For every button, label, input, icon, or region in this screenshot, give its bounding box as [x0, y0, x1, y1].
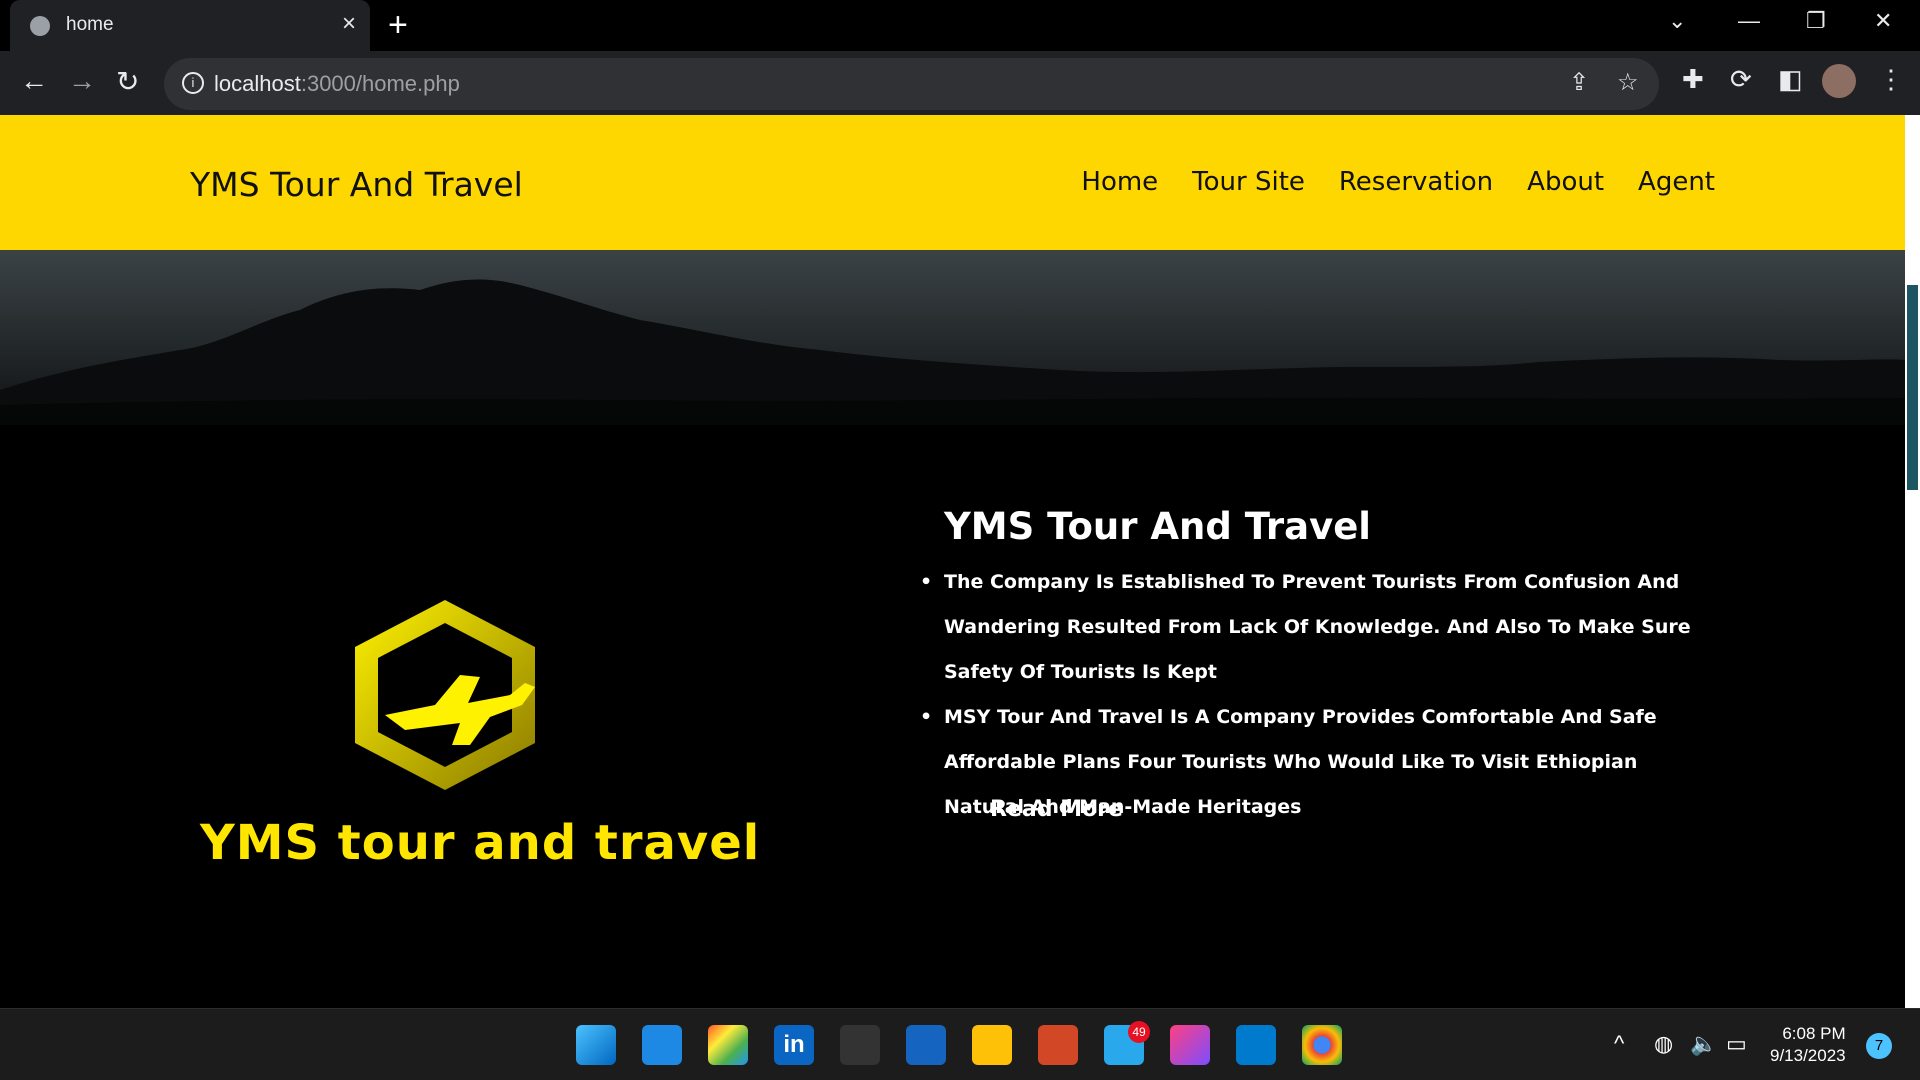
- browser-tab[interactable]: home ×: [10, 0, 370, 51]
- menu-icon[interactable]: ⋮: [1878, 64, 1904, 95]
- plane-hexagon-icon: [355, 600, 535, 790]
- tab-search-icon[interactable]: ⌄: [1668, 8, 1686, 34]
- file-explorer-icon[interactable]: [972, 1025, 1012, 1065]
- close-window-icon[interactable]: ✕: [1874, 8, 1892, 34]
- clock-date: 9/13/2023: [1770, 1046, 1846, 1065]
- forward-icon[interactable]: →: [68, 65, 96, 97]
- nav-home[interactable]: Home: [1081, 167, 1158, 197]
- reload-icon[interactable]: ↻: [116, 65, 139, 98]
- windows-taskbar: in 49 ^ ◍ 🔈 ▭ 6:08 PM 9/13/2023 7: [0, 1008, 1920, 1080]
- battery-icon[interactable]: ▭: [1726, 1031, 1747, 1057]
- treeline-silhouette: [0, 279, 1905, 425]
- about-title: YMS Tour And Travel: [944, 505, 1371, 548]
- browser-toolbar: ← → ↻ i localhost:3000/home.php ⇪ ☆ ✚ ⟳ …: [0, 51, 1920, 115]
- back-icon[interactable]: ←: [20, 65, 48, 97]
- linkedin-icon[interactable]: in: [774, 1025, 814, 1065]
- task-view-icon[interactable]: [642, 1025, 682, 1065]
- about-points: The Company Is Established To Prevent To…: [920, 560, 1694, 830]
- performance-icon[interactable]: ⟳: [1730, 64, 1752, 95]
- side-panel-icon[interactable]: ◧: [1778, 64, 1803, 95]
- site-info-icon[interactable]: i: [182, 72, 204, 94]
- nav-tour-site[interactable]: Tour Site: [1192, 167, 1305, 197]
- site-brand[interactable]: YMS Tour And Travel: [190, 165, 523, 204]
- powerpoint-icon[interactable]: [1038, 1025, 1078, 1065]
- clock-time: 6:08 PM: [1782, 1024, 1846, 1043]
- bookmark-star-icon[interactable]: ☆: [1617, 68, 1639, 97]
- tab-title: home: [66, 14, 114, 35]
- volume-icon[interactable]: 🔈: [1690, 1031, 1717, 1057]
- windows-start-icon[interactable]: [576, 1025, 616, 1065]
- list-item: The Company Is Established To Prevent To…: [920, 560, 1694, 695]
- network-icon[interactable]: ◍: [1654, 1031, 1673, 1057]
- system-clock[interactable]: 6:08 PM 9/13/2023: [1770, 1023, 1846, 1067]
- app-icon[interactable]: [906, 1025, 946, 1065]
- chrome-icon[interactable]: [1302, 1025, 1342, 1065]
- read-more-button[interactable]: Read More: [990, 797, 1123, 822]
- github-icon[interactable]: [840, 1025, 880, 1065]
- close-tab-icon[interactable]: ×: [342, 10, 356, 38]
- nav-reservation[interactable]: Reservation: [1339, 167, 1493, 197]
- company-logo: YMS tour and travel: [190, 595, 759, 895]
- extensions-icon[interactable]: ✚: [1682, 64, 1704, 95]
- page-scrollbar[interactable]: [1905, 115, 1920, 1008]
- page-viewport: YMS Tour And Travel Home Tour Site Reser…: [0, 115, 1905, 1008]
- nav-agent[interactable]: Agent: [1638, 167, 1715, 197]
- photos-app-icon[interactable]: [708, 1025, 748, 1065]
- share-icon[interactable]: ⇪: [1569, 68, 1589, 97]
- new-tab-button[interactable]: +: [388, 6, 408, 45]
- main-nav: Home Tour Site Reservation About Agent: [1081, 167, 1715, 197]
- app-icon[interactable]: [1170, 1025, 1210, 1065]
- vscode-icon[interactable]: [1236, 1025, 1276, 1065]
- about-section: YMS tour and travel YMS Tour And Travel …: [0, 425, 1905, 1008]
- logo-text: YMS tour and travel: [200, 815, 761, 871]
- telegram-badge: 49: [1128, 1021, 1150, 1043]
- profile-avatar[interactable]: [1822, 64, 1856, 98]
- restore-icon[interactable]: ❐: [1806, 8, 1826, 34]
- hero-image: [0, 250, 1905, 425]
- minimize-icon[interactable]: —: [1738, 8, 1760, 34]
- nav-about[interactable]: About: [1527, 167, 1604, 197]
- globe-icon: [30, 16, 50, 36]
- notification-badge[interactable]: 7: [1866, 1033, 1892, 1059]
- site-header: YMS Tour And Travel Home Tour Site Reser…: [0, 115, 1905, 250]
- address-bar[interactable]: i localhost:3000/home.php ⇪ ☆: [164, 58, 1659, 110]
- show-hidden-icons[interactable]: ^: [1614, 1031, 1624, 1057]
- browser-tab-strip: home × + ⌄ — ❐ ✕: [0, 0, 1920, 51]
- scrollbar-thumb[interactable]: [1907, 285, 1918, 490]
- url-text: localhost:3000/home.php: [214, 71, 460, 96]
